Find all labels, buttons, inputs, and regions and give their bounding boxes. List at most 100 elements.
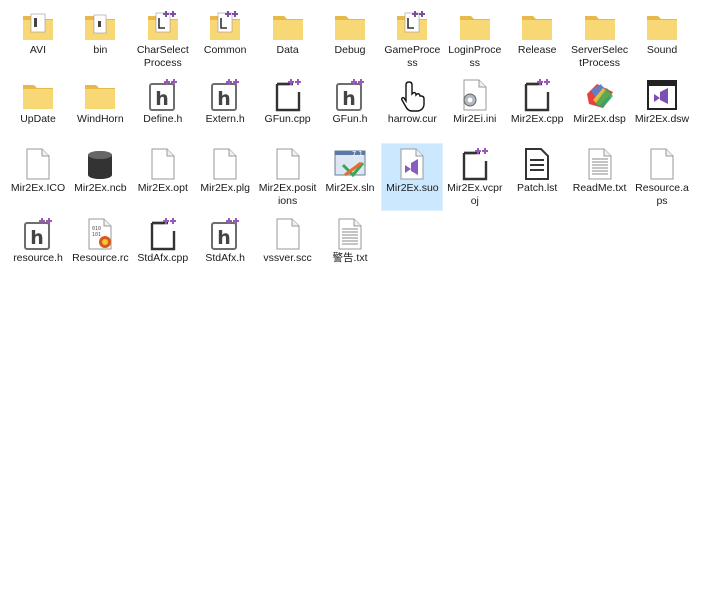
file-item[interactable]: harrow.cur <box>382 75 442 141</box>
file-item[interactable]: h StdAfx.h <box>195 214 255 280</box>
file-item[interactable]: 7.1 Mir2Ex.sln <box>320 144 380 210</box>
file-name-label: Mir2Ex.ncb <box>74 182 127 195</box>
blank-file-icon <box>645 147 679 181</box>
file-item[interactable]: Mir2Ex.plg <box>195 144 255 210</box>
database-icon <box>83 147 117 181</box>
file-item[interactable]: Mir2Ex.ICO <box>8 144 68 210</box>
file-item[interactable]: bin <box>70 6 130 72</box>
resource-file-icon: 010 101 <box>83 217 117 251</box>
file-name-label: WindHorn <box>77 113 124 126</box>
folder-icon <box>645 9 679 43</box>
file-name-label: vssver.scc <box>263 251 312 264</box>
file-name-label: Mir2Ex.plg <box>200 182 250 195</box>
file-name-label: Mir2Ei.ini <box>453 113 497 126</box>
visual-studio-icon <box>645 78 679 112</box>
file-item[interactable]: 警告.txt <box>320 214 380 280</box>
file-name-label: AVI <box>29 44 47 56</box>
file-item[interactable]: CharSelectProcess <box>133 6 193 72</box>
file-item[interactable]: Debug <box>320 6 380 72</box>
file-item[interactable]: Mir2Ex.opt <box>133 144 193 210</box>
file-name-label: Mir2Ex.ICO <box>10 182 66 195</box>
file-item[interactable]: Mir2Ex.dsw <box>632 75 692 141</box>
file-name-label: LoginProcess <box>448 44 502 69</box>
file-item[interactable]: StdAfx.cpp <box>133 214 193 280</box>
cursor-file-icon <box>395 78 429 112</box>
blank-file-icon <box>146 147 180 181</box>
file-item[interactable]: LoginProcess <box>445 6 505 72</box>
file-item[interactable]: h resource.h <box>8 214 68 280</box>
text-file-icon <box>583 147 617 181</box>
file-item[interactable]: 010 101 Resource.rc <box>70 214 130 280</box>
list-file-icon <box>520 147 554 181</box>
file-item[interactable]: AVI <box>8 6 68 72</box>
file-item[interactable]: WindHorn <box>70 75 130 141</box>
file-item[interactable]: Mir2Ex.dsp <box>570 75 630 141</box>
file-name-label: Define.h <box>143 113 183 126</box>
file-name-label: Mir2Ex.opt <box>137 182 188 195</box>
text-file-icon <box>333 217 367 251</box>
file-name-label: GFun.cpp <box>264 113 311 126</box>
file-name-label: ServerSelectProcess <box>570 44 629 69</box>
file-name-label: Release <box>517 44 557 56</box>
folder-icon <box>83 9 117 43</box>
folder-icon <box>395 9 429 43</box>
file-item[interactable]: UpDate <box>8 75 68 141</box>
header-file-icon: h <box>146 78 180 112</box>
file-item[interactable]: ServerSelectProcess <box>570 6 630 72</box>
file-name-label: Mir2Ex.sln <box>325 182 375 195</box>
file-name-label: Mir2Ex.suo <box>386 182 439 195</box>
svg-text:h: h <box>155 88 169 110</box>
file-name-label: 警告.txt <box>332 251 368 264</box>
folder-icon <box>21 9 55 43</box>
svg-text:h: h <box>217 88 231 110</box>
header-file-icon: h <box>208 78 242 112</box>
file-item[interactable]: Mir2Ei.ini <box>445 75 505 141</box>
folder-icon <box>333 9 367 43</box>
file-name-label: Sound <box>646 44 678 56</box>
folder-icon <box>583 9 617 43</box>
file-item[interactable]: Mir2Ex.positions <box>258 144 318 210</box>
file-item[interactable]: GameProcess <box>382 6 442 72</box>
folder-icon <box>271 9 305 43</box>
file-item[interactable]: GFun.cpp <box>258 75 318 141</box>
file-item[interactable]: h Define.h <box>133 75 193 141</box>
file-item[interactable]: Release <box>507 6 567 72</box>
file-item[interactable]: Data <box>258 6 318 72</box>
cpp-file-icon <box>458 147 492 181</box>
cpp-file-icon <box>520 78 554 112</box>
svg-text:7.1: 7.1 <box>352 150 363 158</box>
header-file-icon: h <box>208 217 242 251</box>
folder-icon <box>520 9 554 43</box>
file-name-label: harrow.cur <box>387 113 437 126</box>
file-item[interactable]: Mir2Ex.vcproj <box>445 144 505 210</box>
file-name-label: GameProcess <box>384 44 441 69</box>
file-item[interactable]: Mir2Ex.cpp <box>507 75 567 141</box>
solution-file-icon: 7.1 <box>333 147 367 181</box>
file-item[interactable]: h GFun.h <box>320 75 380 141</box>
cpp-file-icon <box>271 78 305 112</box>
folder-icon <box>146 9 180 43</box>
folder-icon <box>208 9 242 43</box>
file-item[interactable]: Sound <box>632 6 692 72</box>
svg-text:h: h <box>217 227 231 249</box>
file-name-label: Resource.aps <box>635 182 689 208</box>
folder-icon <box>83 78 117 112</box>
file-name-label: UpDate <box>20 113 56 126</box>
file-name-label: CharSelectProcess <box>136 44 189 69</box>
file-name-label: Debug <box>334 44 366 56</box>
file-item[interactable]: Mir2Ex.suo <box>381 143 444 212</box>
file-item[interactable]: Resource.aps <box>632 144 692 210</box>
file-item[interactable]: Mir2Ex.ncb <box>70 144 130 210</box>
file-item[interactable]: ReadMe.txt <box>570 144 630 210</box>
file-item[interactable]: Patch.lst <box>507 144 567 210</box>
file-name-label: Mir2Ex.vcproj <box>447 182 503 208</box>
file-item[interactable]: Common <box>195 6 255 72</box>
file-item[interactable]: h Extern.h <box>195 75 255 141</box>
file-name-label: StdAfx.h <box>205 251 246 264</box>
file-item[interactable]: vssver.scc <box>258 214 318 280</box>
file-name-label: StdAfx.cpp <box>137 251 189 264</box>
file-name-label: bin <box>93 44 108 56</box>
svg-text:101: 101 <box>92 232 101 238</box>
header-file-icon: h <box>21 217 55 251</box>
cpp-file-icon <box>146 217 180 251</box>
